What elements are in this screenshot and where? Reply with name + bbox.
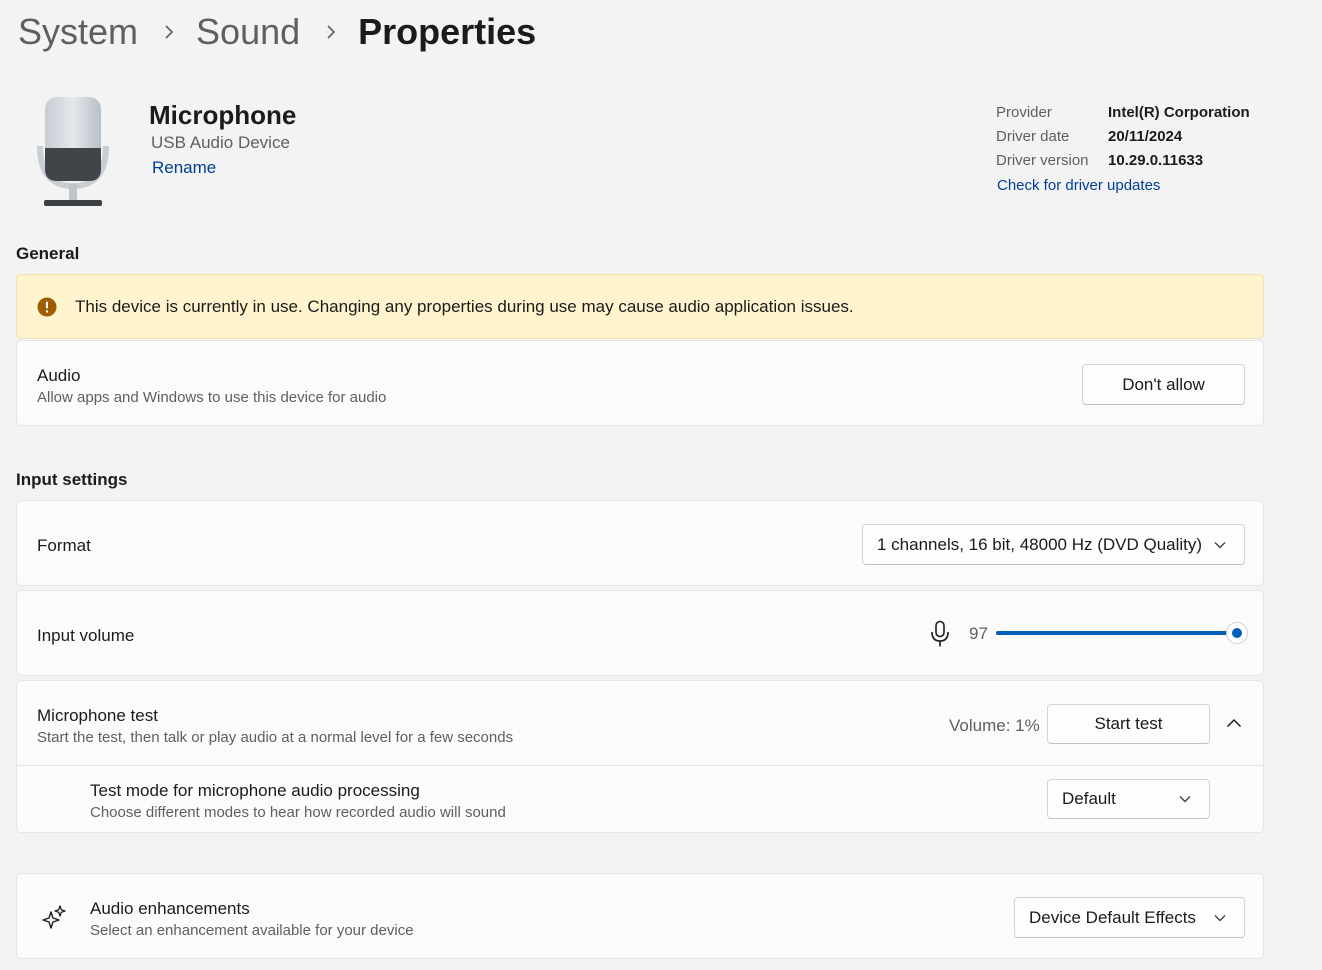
audio-enhancements-dropdown-value: Device Default Effects (1029, 907, 1196, 927)
audio-enhancements-dropdown[interactable]: Device Default Effects (1014, 897, 1245, 938)
in-use-warning-banner: This device is currently in use. Changin… (16, 274, 1264, 339)
page-title: Properties (358, 11, 537, 52)
input-settings-heading: Input settings (16, 470, 128, 489)
input-volume-slider-fill (996, 631, 1237, 635)
format-card: Format 1 channels, 16 bit, 48000 Hz (DVD… (16, 500, 1264, 586)
provider-value: Intel(R) Corporation (1108, 104, 1250, 121)
divider (17, 765, 1263, 766)
chevron-right-icon (326, 25, 336, 39)
device-name: Microphone (149, 100, 297, 130)
audio-enhancements-title: Audio enhancements (90, 899, 250, 918)
sparkle-icon (39, 904, 67, 932)
format-dropdown-value: 1 channels, 16 bit, 48000 Hz (DVD Qualit… (877, 534, 1203, 554)
driver-version-label: Driver version (996, 152, 1089, 169)
driver-date-value: 20/11/2024 (1108, 128, 1183, 145)
audio-subtitle: Allow apps and Windows to use this devic… (37, 389, 387, 406)
microphone-test-card: Microphone test Start the test, then tal… (16, 680, 1264, 833)
format-dropdown[interactable]: 1 channels, 16 bit, 48000 Hz (DVD Qualit… (862, 524, 1245, 565)
warning-text: This device is currently in use. Changin… (75, 297, 854, 316)
chevron-down-icon (1214, 914, 1226, 921)
breadcrumb: System Sound Properties (18, 8, 536, 56)
check-driver-updates-link[interactable]: Check for driver updates (997, 177, 1160, 194)
chevron-down-icon (1179, 796, 1191, 803)
format-label: Format (37, 536, 91, 555)
microphone-test-subtitle: Start the test, then talk or play audio … (37, 729, 514, 746)
audio-title: Audio (37, 366, 81, 385)
alert-circle-icon (37, 297, 57, 317)
breadcrumb-sound[interactable]: Sound (196, 11, 300, 53)
chevron-up-icon[interactable] (1226, 716, 1242, 728)
test-mode-title: Test mode for microphone audio processin… (90, 781, 420, 800)
chevron-down-icon (1214, 541, 1226, 548)
driver-date-row: Driver date 20/11/2024 (996, 128, 1182, 145)
audio-enhancements-card: Audio enhancements Select an enhancement… (16, 873, 1264, 959)
input-volume-value: 97 (969, 624, 988, 643)
microphone-device-icon (36, 94, 110, 210)
device-subtitle: USB Audio Device (151, 133, 290, 152)
input-volume-slider-thumb[interactable] (1225, 622, 1248, 644)
dont-allow-button[interactable]: Don't allow (1082, 364, 1245, 405)
breadcrumb-system[interactable]: System (18, 11, 138, 53)
driver-provider-row: Provider Intel(R) Corporation (996, 104, 1250, 121)
microphone-test-title: Microphone test (37, 706, 158, 725)
start-test-button[interactable]: Start test (1047, 704, 1210, 744)
microphone-icon[interactable] (929, 620, 951, 648)
test-mode-subtitle: Choose different modes to hear how recor… (90, 804, 506, 821)
driver-date-label: Driver date (996, 128, 1070, 145)
audio-enhancements-subtitle: Select an enhancement available for your… (90, 922, 414, 939)
general-heading: General (16, 244, 80, 263)
test-mode-dropdown-value: Default (1062, 789, 1116, 808)
driver-version-value: 10.29.0.11633 (1108, 152, 1204, 169)
audio-setting-card: Audio Allow apps and Windows to use this… (16, 340, 1264, 426)
driver-version-row: Driver version 10.29.0.11633 (996, 152, 1203, 169)
provider-label: Provider (996, 104, 1052, 121)
rename-link[interactable]: Rename (152, 158, 216, 178)
chevron-right-icon (164, 25, 174, 39)
test-mode-dropdown[interactable]: Default (1047, 779, 1210, 819)
input-volume-slider[interactable] (996, 622, 1248, 644)
microphone-test-volume: Volume: 1% (949, 716, 1040, 735)
input-volume-label: Input volume (37, 626, 135, 645)
